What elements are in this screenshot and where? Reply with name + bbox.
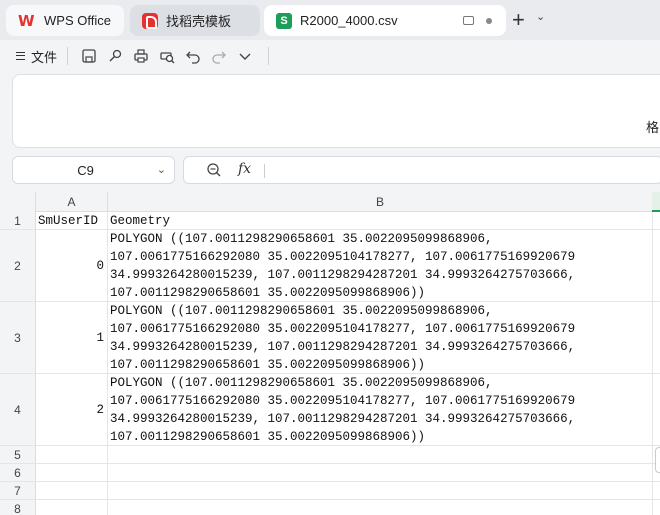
spreadsheet-grid: A B 1 SmUserID Geometry 2 0 POLYGON ((10… (0, 192, 660, 515)
cell-a7[interactable] (36, 482, 108, 499)
quick-toolbar: 文件 (0, 40, 660, 72)
cell-b6[interactable] (108, 464, 653, 481)
cell-a3[interactable]: 1 (36, 302, 108, 373)
cell-b8[interactable] (108, 500, 653, 515)
row-header[interactable]: 1 (0, 212, 36, 229)
hamburger-icon (16, 52, 25, 60)
ribbon-clipped-text: 格 (645, 120, 659, 135)
table-row: 6 (0, 464, 660, 482)
formula-bar[interactable]: fx (183, 156, 660, 184)
cell-b1[interactable]: Geometry (108, 212, 653, 229)
cell-b2[interactable]: POLYGON ((107.0011298290658601 35.002209… (108, 230, 653, 301)
new-tab-chevron-icon[interactable]: ⌄ (536, 10, 545, 23)
window-mode-icon[interactable] (463, 16, 474, 25)
chevron-down-icon[interactable]: ⌄ (157, 163, 166, 176)
tab-label: R2000_4000.csv (300, 13, 398, 28)
table-row: 3 1 POLYGON ((107.0011298290658601 35.00… (0, 302, 660, 374)
share-icon[interactable] (102, 44, 128, 68)
row-header[interactable]: 3 (0, 302, 36, 373)
table-row: 7 (0, 482, 660, 500)
select-all-corner[interactable] (0, 192, 36, 212)
toolbar-divider (268, 47, 270, 65)
cell-text: POLYGON ((107.0011298290658601 35.002209… (110, 304, 576, 372)
table-row: 2 0 POLYGON ((107.0011298290658601 35.00… (0, 230, 660, 302)
undo-icon[interactable] (180, 44, 206, 68)
cell-reference: C9 (77, 163, 94, 178)
cell-a4[interactable]: 2 (36, 374, 108, 445)
file-menu-label: 文件 (31, 49, 58, 65)
row-header[interactable]: 8 (0, 500, 36, 515)
row-header[interactable]: 2 (0, 230, 36, 301)
cell-text: Geometry (110, 214, 171, 228)
tab-wps-office[interactable]: W WPS Office (6, 5, 124, 36)
cell-a5[interactable] (36, 446, 108, 463)
column-header-a[interactable]: A (36, 192, 108, 212)
toolbar-divider (67, 47, 69, 65)
cell-name-box[interactable]: C9 ⌄ (12, 156, 175, 184)
spreadsheet-logo-icon: S (276, 12, 292, 29)
tab-label: 找稻壳模板 (166, 14, 232, 29)
print-preview-icon[interactable] (154, 44, 180, 68)
cell-a8[interactable] (36, 500, 108, 515)
ribbon-panel: 格 (12, 74, 660, 148)
row-header[interactable]: 4 (0, 374, 36, 445)
cell-b5[interactable] (108, 446, 653, 463)
more-chevron-icon[interactable] (232, 44, 258, 68)
cell-text: POLYGON ((107.0011298290658601 35.002209… (110, 232, 576, 300)
save-icon[interactable] (76, 44, 102, 68)
zoom-icon[interactable] (206, 162, 222, 178)
tab-label: WPS Office (44, 13, 111, 28)
formula-divider (264, 164, 265, 178)
table-row: 4 2 POLYGON ((107.0011298290658601 35.00… (0, 374, 660, 446)
cell-b7[interactable] (108, 482, 653, 499)
column-header-row: A B (0, 192, 660, 212)
column-header-c-selected[interactable] (652, 192, 660, 212)
file-menu-button[interactable]: 文件 (16, 47, 57, 66)
row-header[interactable]: 7 (0, 482, 36, 499)
table-row: 8 (0, 500, 660, 515)
cell-a2[interactable]: 0 (36, 230, 108, 301)
cell-b3[interactable]: POLYGON ((107.0011298290658601 35.002209… (108, 302, 653, 373)
template-logo-icon (142, 12, 158, 29)
redo-icon[interactable] (206, 44, 232, 68)
cell-a6[interactable] (36, 464, 108, 481)
tab-template[interactable]: 找稻壳模板 (130, 5, 260, 36)
tab-csv-file[interactable]: S R2000_4000.csv (264, 5, 506, 36)
new-tab-plus-icon[interactable]: + (512, 8, 525, 32)
column-header-b[interactable]: B (108, 192, 653, 212)
cell-text: POLYGON ((107.0011298290658601 35.002209… (110, 376, 576, 444)
unsaved-dot-icon[interactable] (486, 17, 492, 24)
row-header[interactable]: 6 (0, 464, 36, 481)
wps-logo-icon: W (18, 11, 35, 30)
table-row: 1 SmUserID Geometry (0, 212, 660, 230)
table-row: 5 (0, 446, 660, 464)
fx-icon[interactable]: fx (238, 161, 251, 177)
row-header[interactable]: 5 (0, 446, 36, 463)
cell-a1[interactable]: SmUserID (36, 212, 108, 229)
scrollbar-handle[interactable] (655, 447, 660, 473)
cell-b4[interactable]: POLYGON ((107.0011298290658601 35.002209… (108, 374, 653, 445)
tab-bar: W WPS Office 找稻壳模板 S R2000_4000.csv + ⌄ (0, 0, 660, 40)
print-icon[interactable] (128, 44, 154, 68)
